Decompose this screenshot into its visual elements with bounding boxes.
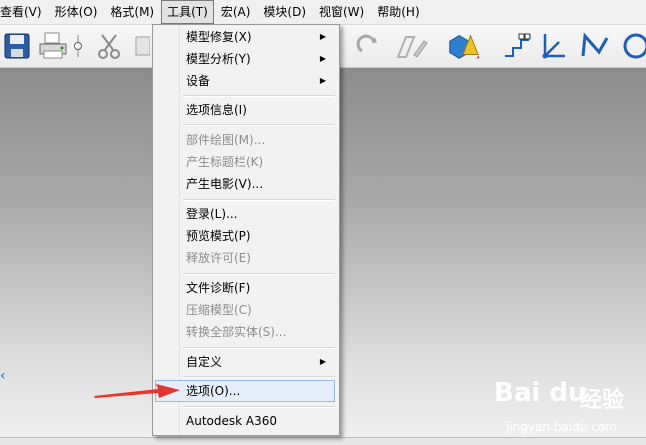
paste-icon[interactable] xyxy=(130,29,150,63)
menu-window[interactable]: 视窗(W) xyxy=(313,0,370,24)
edit-icon[interactable] xyxy=(394,29,428,63)
submenu-arrow-icon: ▶ xyxy=(319,76,326,85)
menu-item-option-info[interactable]: 选项信息(I) xyxy=(155,99,335,121)
redo-icon[interactable] xyxy=(352,29,386,63)
menu-item-label: 产生电影(V)... xyxy=(186,177,264,191)
menu-item-make-movie[interactable]: 产生电影(V)... xyxy=(155,173,335,195)
menu-item-label: 产生标题栏(K) xyxy=(186,155,264,169)
menu-separator xyxy=(183,406,335,408)
baidu-jingyan-watermark: Bai du 经验 jingyan.baidu.com xyxy=(494,378,644,440)
menu-item-autodesk-a360[interactable]: Autodesk A360 xyxy=(155,410,335,432)
axis-icon[interactable] xyxy=(536,29,570,63)
menu-item-convert-all-solids: 转换全部实体(S)... xyxy=(155,321,335,343)
watermark-service: 经验 xyxy=(580,388,625,413)
menu-separator xyxy=(183,95,335,97)
menu-macro[interactable]: 宏(A) xyxy=(215,0,257,24)
menu-item-label: 释放许可(E) xyxy=(186,251,251,265)
menu-help[interactable]: 帮助(H) xyxy=(371,0,425,24)
watermark-brand: Bai du xyxy=(494,378,587,408)
menu-item-release-license: 释放许可(E) xyxy=(155,247,335,269)
menu-module[interactable]: 模块(D) xyxy=(257,0,312,24)
submenu-arrow-icon: ▶ xyxy=(319,54,326,63)
menu-item-login[interactable]: 登录(L)... xyxy=(155,203,335,225)
menu-format[interactable]: 格式(M) xyxy=(104,0,160,24)
menu-item-label: 选项(O)... xyxy=(186,384,241,398)
menu-separator xyxy=(183,199,335,201)
menu-bar: 查看(V) 形体(O) 格式(M) 工具(T) 宏(A) 模块(D) 视窗(W)… xyxy=(0,0,646,25)
menu-view[interactable]: 查看(V) xyxy=(0,0,48,24)
menu-item-label: 登录(L)... xyxy=(186,207,238,221)
menu-item-model-analysis[interactable]: 模型分析(Y) ▶ xyxy=(155,48,335,70)
menu-item-label: 压缩模型(C) xyxy=(186,303,252,317)
menu-item-compress-model: 压缩模型(C) xyxy=(155,299,335,321)
menu-item-part-drawing: 部件绘图(M)... xyxy=(155,129,335,151)
submenu-arrow-icon: ▶ xyxy=(319,32,326,41)
menu-separator xyxy=(183,273,335,275)
printer-icon[interactable] xyxy=(36,29,70,63)
menu-item-label: 文件诊断(F) xyxy=(186,281,251,295)
menu-item-file-diagnosis[interactable]: 文件诊断(F) xyxy=(155,277,335,299)
menu-item-label: Autodesk A360 xyxy=(186,414,277,428)
tools-dropdown-menu: 模型修复(X) ▶ 模型分析(Y) ▶ 设备 ▶ 选项信息(I) 部件绘图(M)… xyxy=(152,24,340,436)
menu-separator xyxy=(183,124,335,126)
curve-icon[interactable] xyxy=(578,29,612,63)
menu-shape[interactable]: 形体(O) xyxy=(49,0,104,24)
menu-item-model-repair[interactable]: 模型修复(X) ▶ xyxy=(155,26,335,48)
menu-separator xyxy=(183,376,335,378)
menu-item-device[interactable]: 设备 ▶ xyxy=(155,70,335,92)
menu-item-label: 自定义 xyxy=(186,355,223,369)
menu-item-label: 模型分析(Y) xyxy=(186,52,251,66)
chevron-left-icon[interactable]: ‹ xyxy=(0,368,6,384)
menu-separator xyxy=(183,347,335,349)
menu-tools[interactable]: 工具(T) xyxy=(161,0,214,24)
menu-item-label: 模型修复(X) xyxy=(186,30,252,44)
circle-icon[interactable] xyxy=(616,29,646,63)
scissors-icon[interactable] xyxy=(92,29,126,63)
menu-item-label: 设备 xyxy=(186,74,211,88)
menu-item-options[interactable]: 选项(O)... xyxy=(155,380,335,402)
menu-item-label: 选项信息(I) xyxy=(186,103,247,117)
menu-item-label: 部件绘图(M)... xyxy=(186,133,266,147)
menu-item-preview-mode[interactable]: 预览模式(P) xyxy=(155,225,335,247)
menu-item-label: 预览模式(P) xyxy=(186,229,251,243)
annotation-arrow-icon xyxy=(94,384,180,398)
menu-item-label: 转换全部实体(S)... xyxy=(186,325,287,339)
pin-icon xyxy=(70,29,86,63)
shapes-3d-icon[interactable] xyxy=(446,29,480,63)
menu-item-title-block: 产生标题栏(K) xyxy=(155,151,335,173)
watermark-url: jingyan.baidu.com xyxy=(506,420,617,434)
menu-item-customize[interactable]: 自定义 ▶ xyxy=(155,351,335,373)
path-icon[interactable] xyxy=(500,29,534,63)
submenu-arrow-icon: ▶ xyxy=(319,357,326,366)
save-icon[interactable] xyxy=(0,29,34,63)
